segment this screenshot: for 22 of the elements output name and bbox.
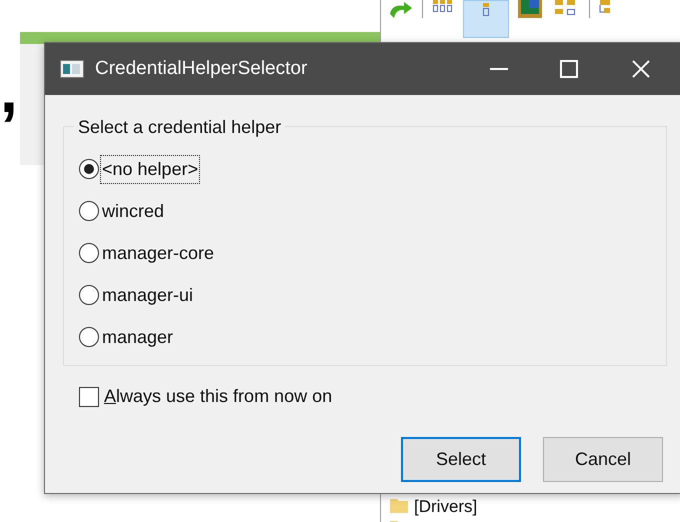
comma-mark: , [0,58,18,122]
folder-icon [390,499,408,513]
radio-option[interactable]: manager-ui [79,282,194,308]
close-icon[interactable] [632,60,650,78]
app-icon [60,60,84,78]
radio-option[interactable]: wincred [79,198,166,224]
window-title: CredentialHelperSelector [95,56,308,81]
dialog-button[interactable]: Select [401,437,521,482]
radio-button[interactable] [79,327,99,347]
dialog-button[interactable]: Cancel [543,437,663,482]
radio-option[interactable]: <no helper> [79,156,200,182]
radio-button[interactable] [79,243,99,263]
always-use-checkbox[interactable]: Always use this from now on [79,383,332,410]
radio-button[interactable] [79,285,99,305]
radio-button[interactable] [79,201,99,221]
folder-tree-icon [481,3,491,17]
folder-name[interactable]: [Drivers] [414,498,478,514]
image-icon[interactable] [517,0,543,20]
radio-option[interactable]: manager-core [79,240,216,266]
radio-button[interactable] [79,159,99,179]
maximize-icon[interactable] [560,60,578,78]
radio-option[interactable]: manager [79,324,174,350]
